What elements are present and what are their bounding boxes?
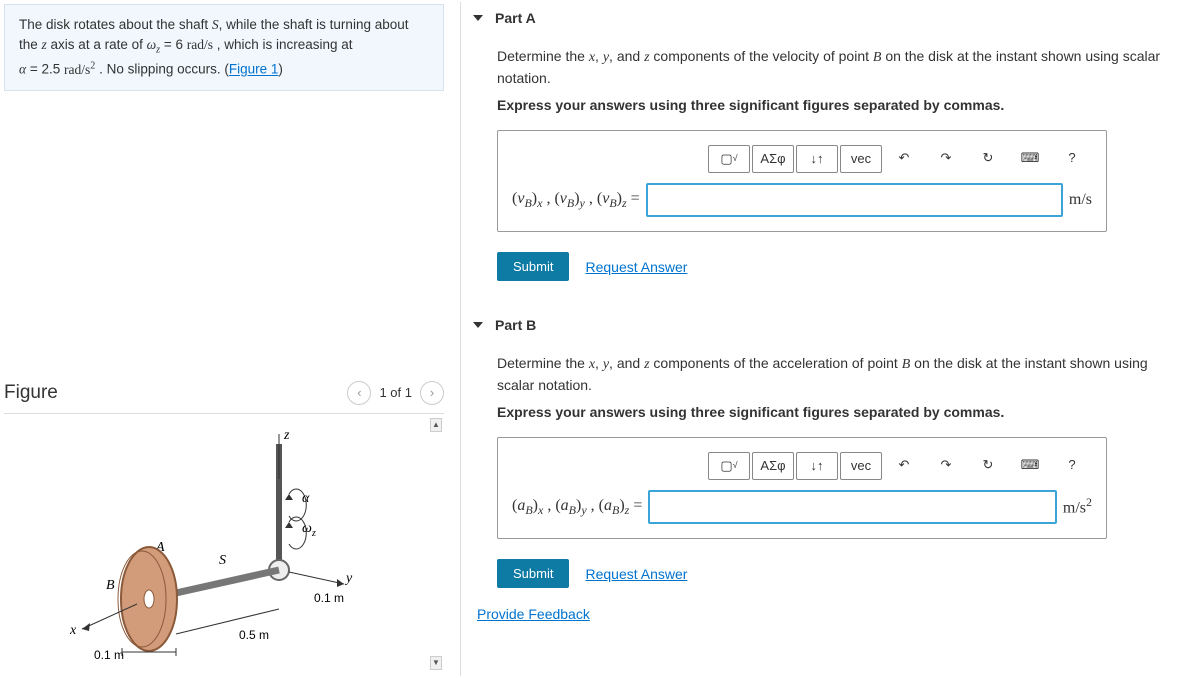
part-b-instruction: Express your answers using three signifi… bbox=[497, 402, 1182, 423]
svg-text:y: y bbox=[344, 571, 353, 586]
provide-feedback[interactable]: Provide Feedback bbox=[477, 606, 1198, 622]
part-b-unit: m/s2 bbox=[1063, 493, 1092, 520]
greek-button[interactable]: ΑΣφ bbox=[752, 452, 794, 480]
part-a-input-row: (vB)x , (vB)y , (vB)z = m/s bbox=[512, 183, 1092, 217]
reset-button[interactable]: ↻ bbox=[968, 452, 1008, 478]
figure-header: Figure ‹ 1 of 1 › bbox=[4, 381, 444, 405]
feedback-link[interactable]: Provide Feedback bbox=[477, 606, 590, 622]
part-a-request-answer-link[interactable]: Request Answer bbox=[585, 259, 687, 275]
figure-pager: ‹ 1 of 1 › bbox=[347, 381, 444, 405]
figure-link[interactable]: Figure 1 bbox=[229, 62, 279, 77]
part-b-submit-button[interactable]: Submit bbox=[497, 559, 569, 588]
svg-text:ω: ω bbox=[302, 521, 312, 536]
part-b-answer-box: ▢√ ΑΣφ ↓↑ vec ↶ ↷ ↻ ⌨ ? (aB)x , (aB)y , … bbox=[497, 437, 1107, 539]
part-a-prefix: (vB)x , (vB)y , (vB)z = bbox=[512, 187, 640, 212]
svg-text:α: α bbox=[302, 491, 310, 506]
var-S: S bbox=[212, 17, 219, 32]
part-a-submit-button[interactable]: Submit bbox=[497, 252, 569, 281]
text: ) bbox=[278, 62, 283, 77]
text: , and bbox=[609, 355, 644, 371]
part-b-header[interactable]: Part B bbox=[461, 309, 1198, 341]
part-a-actions: Submit Request Answer bbox=[497, 252, 1198, 281]
prev-figure-button[interactable]: ‹ bbox=[347, 381, 371, 405]
svg-text:z: z bbox=[311, 528, 316, 539]
text: , which is increasing at bbox=[213, 37, 353, 52]
keyboard-button[interactable]: ⌨ bbox=[1010, 145, 1050, 171]
part-a-instruction: Express your answers using three signifi… bbox=[497, 95, 1182, 116]
undo-button[interactable]: ↶ bbox=[884, 145, 924, 171]
figure-title: Figure bbox=[4, 382, 58, 404]
unit: rad/s bbox=[187, 37, 213, 52]
undo-button[interactable]: ↶ bbox=[884, 452, 924, 478]
caret-down-icon bbox=[473, 15, 483, 21]
text: , bbox=[595, 48, 603, 64]
right-column: Part A Determine the x, y, and z compone… bbox=[460, 2, 1198, 676]
next-figure-button[interactable]: › bbox=[420, 381, 444, 405]
help-button[interactable]: ? bbox=[1052, 452, 1092, 478]
svg-text:z: z bbox=[283, 428, 290, 443]
redo-button[interactable]: ↷ bbox=[926, 452, 966, 478]
svg-text:0.1 m: 0.1 m bbox=[94, 648, 124, 662]
part-b-input-row: (aB)x , (aB)y , (aB)z = m/s2 bbox=[512, 490, 1092, 524]
text: The disk rotates about the shaft bbox=[19, 17, 212, 32]
part-a-title: Part A bbox=[495, 10, 536, 26]
vec-button[interactable]: vec bbox=[840, 145, 882, 173]
text: = 6 bbox=[160, 37, 187, 52]
text: Determine the bbox=[497, 355, 589, 371]
vec-button[interactable]: vec bbox=[840, 452, 882, 480]
text: . No slipping occurs. ( bbox=[95, 62, 229, 77]
part-b-request-answer-link[interactable]: Request Answer bbox=[585, 566, 687, 582]
text: axis at a rate of bbox=[47, 37, 147, 52]
figure-viewport: ▲ ▼ z α ω z S bbox=[4, 413, 444, 674]
var-wz: ωz bbox=[147, 37, 160, 52]
left-column: The disk rotates about the shaft S, whil… bbox=[4, 4, 444, 674]
scroll-up-icon[interactable]: ▲ bbox=[430, 418, 442, 432]
part-a-question: Determine the x, y, and z components of … bbox=[497, 46, 1182, 89]
caret-down-icon bbox=[473, 322, 483, 328]
unit: rad/s2 bbox=[64, 62, 95, 77]
part-b-answer-input[interactable] bbox=[648, 490, 1057, 524]
text: components of the velocity of point bbox=[650, 48, 873, 64]
svg-text:0.5 m: 0.5 m bbox=[239, 628, 269, 642]
template-button[interactable]: ▢√ bbox=[708, 145, 750, 173]
help-button[interactable]: ? bbox=[1052, 145, 1092, 171]
problem-statement: The disk rotates about the shaft S, whil… bbox=[4, 4, 444, 91]
var-B: B bbox=[902, 357, 911, 372]
template-button[interactable]: ▢√ bbox=[708, 452, 750, 480]
text: , and bbox=[609, 48, 644, 64]
text: = 2.5 bbox=[26, 62, 64, 77]
part-a-body: Determine the x, y, and z components of … bbox=[461, 34, 1198, 240]
text: , bbox=[595, 355, 603, 371]
svg-text:x: x bbox=[69, 623, 77, 638]
part-a-toolbar: ▢√ ΑΣφ ↓↑ vec ↶ ↷ ↻ ⌨ ? bbox=[512, 145, 1092, 173]
part-b-prefix: (aB)x , (aB)y , (aB)z = bbox=[512, 494, 642, 519]
svg-text:0.1 m: 0.1 m bbox=[314, 591, 344, 605]
figure-image: z α ω z S A y 0.1 m bbox=[34, 424, 414, 664]
redo-button[interactable]: ↷ bbox=[926, 145, 966, 171]
subscript-button[interactable]: ↓↑ bbox=[796, 452, 838, 480]
text: Determine the bbox=[497, 48, 589, 64]
text: components of the acceleration of point bbox=[650, 355, 902, 371]
text: the bbox=[19, 37, 42, 52]
text: , while the shaft is turning about bbox=[219, 17, 409, 32]
reset-button[interactable]: ↻ bbox=[968, 145, 1008, 171]
scroll-down-icon[interactable]: ▼ bbox=[430, 656, 442, 670]
part-b-actions: Submit Request Answer bbox=[497, 559, 1198, 588]
part-b-toolbar: ▢√ ΑΣφ ↓↑ vec ↶ ↷ ↻ ⌨ ? bbox=[512, 452, 1092, 480]
part-a-unit: m/s bbox=[1069, 188, 1092, 212]
svg-text:S: S bbox=[219, 553, 226, 568]
part-a-answer-box: ▢√ ΑΣφ ↓↑ vec ↶ ↷ ↻ ⌨ ? (vB)x , (vB)y , … bbox=[497, 130, 1107, 232]
part-b-title: Part B bbox=[495, 317, 536, 333]
pager-text: 1 of 1 bbox=[379, 385, 412, 400]
svg-text:B: B bbox=[106, 578, 115, 593]
part-a-answer-input[interactable] bbox=[646, 183, 1063, 217]
part-b-question: Determine the x, y, and z components of … bbox=[497, 353, 1182, 396]
keyboard-button[interactable]: ⌨ bbox=[1010, 452, 1050, 478]
greek-button[interactable]: ΑΣφ bbox=[752, 145, 794, 173]
part-b-body: Determine the x, y, and z components of … bbox=[461, 341, 1198, 547]
scrollbar[interactable]: ▲ ▼ bbox=[430, 418, 442, 670]
part-a-header[interactable]: Part A bbox=[461, 2, 1198, 34]
subscript-button[interactable]: ↓↑ bbox=[796, 145, 838, 173]
